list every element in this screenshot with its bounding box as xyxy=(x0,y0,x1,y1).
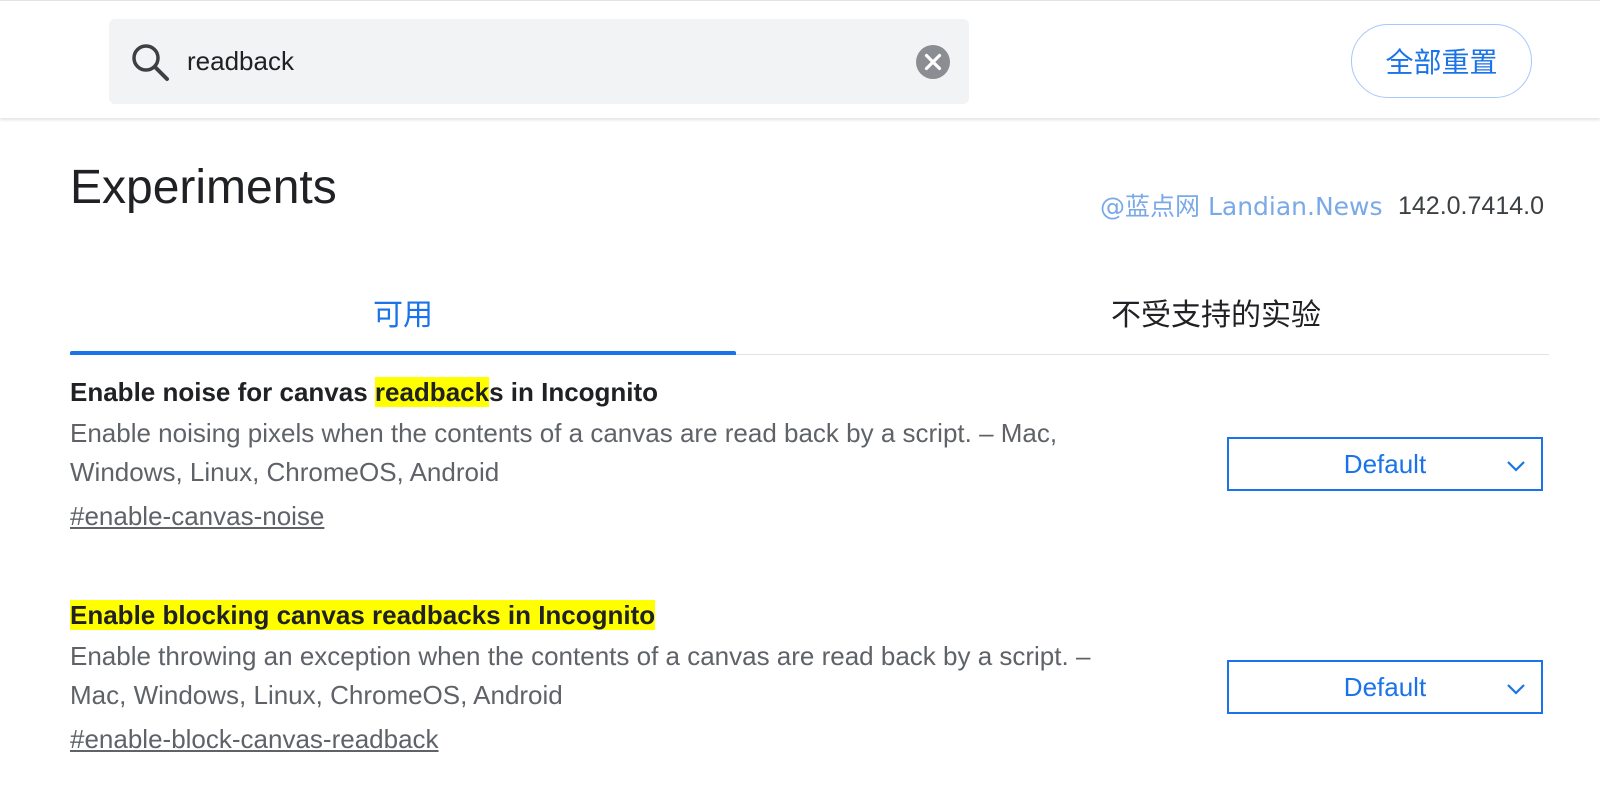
chevron-down-icon xyxy=(1507,684,1525,695)
tab-bar: 可用 不受支持的实验 xyxy=(70,270,1549,355)
experiment-link[interactable]: #enable-canvas-noise xyxy=(70,498,324,534)
header: readback 全部重置 xyxy=(0,0,1600,118)
search-box[interactable]: readback xyxy=(109,19,969,104)
experiment-description: Enable noising pixels when the contents … xyxy=(70,418,1058,487)
experiment-select[interactable]: Default xyxy=(1227,660,1543,714)
search-input[interactable]: readback xyxy=(187,43,294,79)
clear-icon[interactable] xyxy=(915,44,951,80)
watermark: @蓝点网 Landian.News xyxy=(1100,192,1383,221)
search-match-highlight: Enable blocking canvas readbacks in Inco… xyxy=(70,600,656,630)
experiment-title: Enable noise for canvas readbacks in Inc… xyxy=(70,374,1550,410)
select-value: Default xyxy=(1343,671,1427,702)
chevron-down-icon xyxy=(1507,461,1525,472)
experiment-item: Enable blocking canvas readbacks in Inco… xyxy=(70,597,1550,757)
tab-available[interactable]: 可用 xyxy=(70,270,736,355)
experiment-select[interactable]: Default xyxy=(1227,437,1543,491)
title-text: Enable noise for canvas xyxy=(70,377,375,407)
reset-all-button[interactable]: 全部重置 xyxy=(1351,24,1532,98)
search-icon xyxy=(132,44,169,81)
experiment-title: Enable blocking canvas readbacks in Inco… xyxy=(70,597,1550,633)
experiment-description: Enable throwing an exception when the co… xyxy=(70,641,1091,710)
tab-unsupported[interactable]: 不受支持的实验 xyxy=(736,270,1549,354)
select-value: Default xyxy=(1343,448,1427,479)
page-title: Experiments xyxy=(70,161,337,214)
experiment-link[interactable]: #enable-block-canvas-readback xyxy=(70,721,439,757)
experiment-item: Enable noise for canvas readbacks in Inc… xyxy=(70,374,1550,534)
version-label: 142.0.7414.0 xyxy=(1398,192,1544,220)
search-match-highlight: readback xyxy=(374,377,490,407)
title-text: s in Incognito xyxy=(489,377,659,407)
